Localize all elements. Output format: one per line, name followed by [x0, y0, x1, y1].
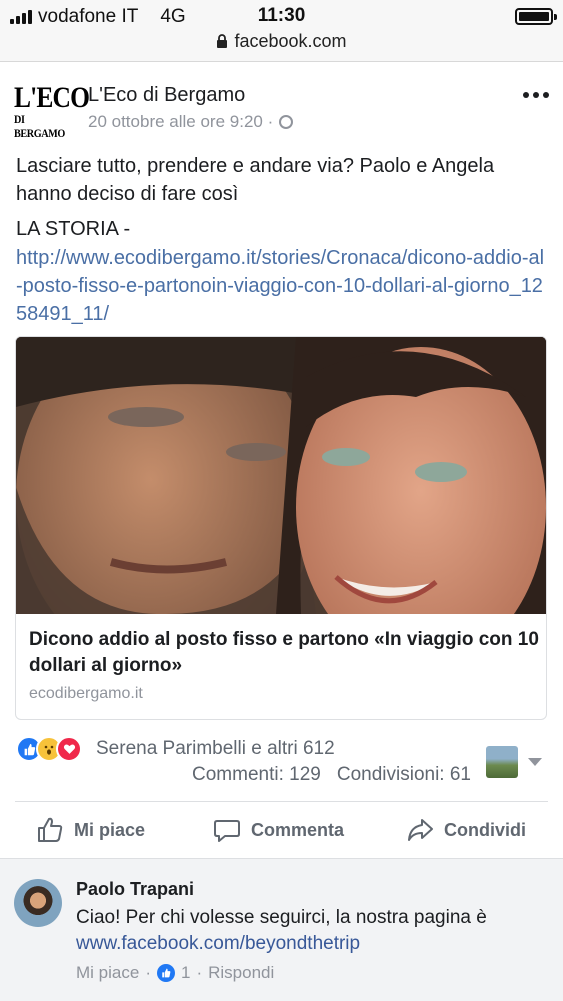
lock-icon	[217, 34, 228, 48]
post-meta: 20 ottobre alle ore 9:20 ·	[88, 112, 294, 132]
comment-actions: Mi piace · 1 · Rispondi	[76, 963, 274, 983]
clock: 11:30	[257, 5, 306, 26]
battery-icon	[515, 8, 557, 25]
comment-author[interactable]: Paolo Trapani	[76, 879, 194, 900]
url-text: facebook.com	[234, 31, 347, 51]
more-options-button[interactable]	[523, 92, 549, 98]
card-title[interactable]: Dicono addio al posto fisso e partono «I…	[29, 627, 539, 679]
shares-count[interactable]: Condivisioni: 61	[337, 764, 471, 786]
love-reaction-icon	[56, 736, 82, 762]
like-label: Mi piace	[74, 819, 146, 840]
viewer-avatar[interactable]	[486, 746, 518, 778]
post-link[interactable]: http://www.ecodibergamo.it/stories/Crona…	[16, 244, 546, 328]
comment-label: Commenta	[251, 819, 345, 840]
share-button[interactable]: Condividi	[406, 802, 526, 858]
comment-section: Paolo Trapani Ciao! Per chi volesse segu…	[0, 858, 563, 1001]
comments-count[interactable]: Commenti: 129	[192, 764, 321, 786]
like-reaction-icon	[156, 964, 175, 982]
page-logo[interactable]: L'ECO DI BERGAMO	[14, 81, 90, 141]
post-storia-label: LA STORIA -	[16, 218, 131, 240]
avatar[interactable]	[14, 879, 62, 927]
post-timestamp[interactable]: 20 ottobre alle ore 9:20 ·	[88, 112, 273, 132]
comment-button[interactable]: Commenta	[213, 802, 344, 858]
logo-text-bottom: DI BERGAMO	[14, 112, 65, 140]
reactions-summary[interactable]: Serena Parimbelli e altri 612	[96, 738, 335, 760]
globe-icon	[279, 115, 294, 129]
status-bar: vodafone IT 4G 11:30 facebook.com	[0, 0, 563, 62]
comment-like-button[interactable]: Mi piace	[76, 963, 139, 983]
engagement-counts: Commenti: 129 Condivisioni: 61	[192, 764, 471, 786]
page-name[interactable]: L'Eco di Bergamo	[88, 84, 245, 107]
post-header: L'ECO DI BERGAMO L'Eco di Bergamo 20 ott…	[0, 62, 563, 142]
thumbs-up-icon	[38, 817, 63, 842]
comment-text: Ciao! Per chi volesse seguirci, la nostr…	[76, 907, 487, 928]
comment-link[interactable]: www.facebook.com/beyondthetrip	[76, 933, 360, 954]
share-label: Condividi	[444, 819, 526, 840]
couple-photo-illustration	[16, 337, 546, 614]
separator-dot: ·	[145, 963, 151, 982]
card-image[interactable]	[16, 337, 546, 614]
separator-dot: ·	[196, 963, 203, 982]
chevron-down-icon[interactable]	[528, 758, 542, 766]
logo-text-top: L'ECO	[14, 81, 90, 114]
reaction-icons[interactable]	[16, 736, 82, 762]
share-icon	[408, 819, 433, 841]
comment-icon	[214, 820, 240, 842]
like-button[interactable]: Mi piace	[36, 802, 145, 858]
link-preview-card[interactable]: Dicono addio al posto fisso e partono «I…	[15, 336, 547, 720]
comment-like-count[interactable]: 1	[181, 963, 190, 983]
post-text: Lasciare tutto, prendere e andare via? P…	[16, 155, 495, 205]
reply-button[interactable]: Rispondi	[208, 963, 274, 983]
post-actions: Mi piace Commenta Condividi	[0, 802, 563, 858]
comment-body: Ciao! Per chi volesse seguirci, la nostr…	[76, 905, 551, 957]
address-bar[interactable]: facebook.com	[0, 31, 563, 52]
card-domain: ecodibergamo.it	[29, 685, 143, 702]
